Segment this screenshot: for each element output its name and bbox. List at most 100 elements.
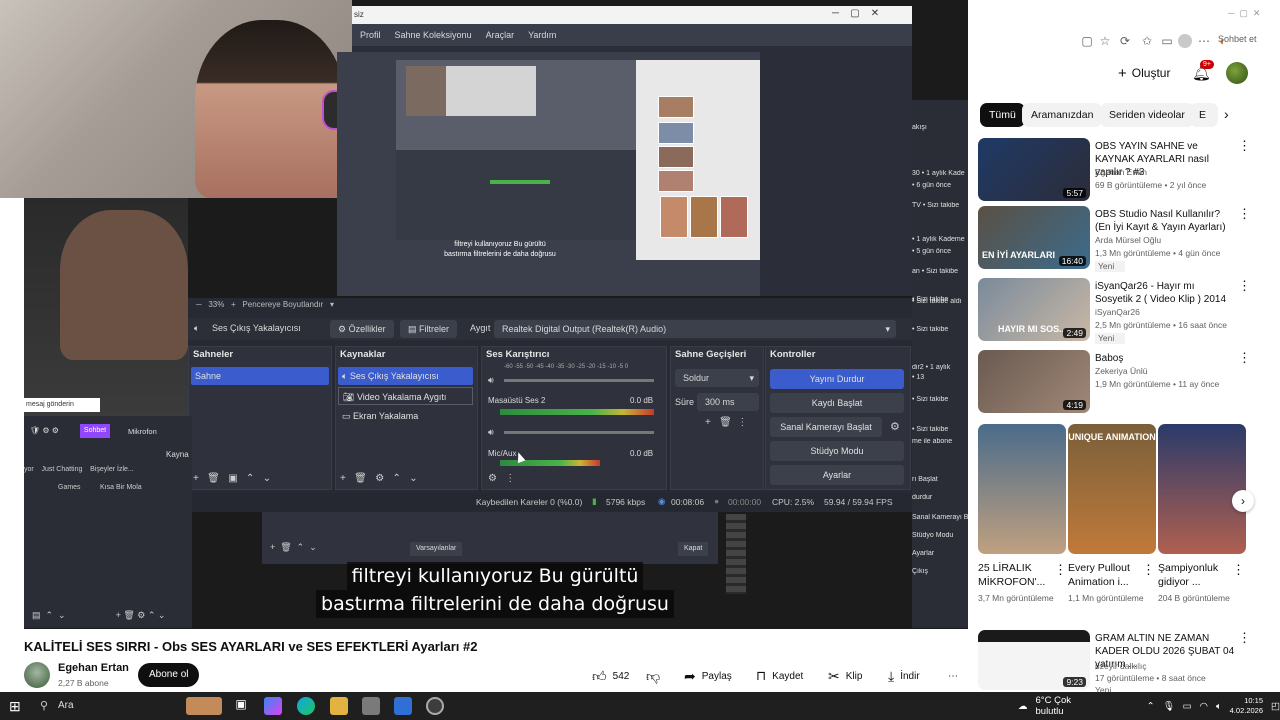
defaults-button[interactable]: Varsayılanlar (410, 542, 463, 556)
rec-thumbnail[interactable]: HAYIR MI SOS.. 2:49 (978, 278, 1090, 341)
volume-slider[interactable] (504, 431, 654, 434)
user-avatar[interactable] (1226, 62, 1248, 84)
rec-title[interactable]: iSyanQar26 - Hayır mı Sosyetik 2 ( Video… (1095, 280, 1235, 306)
volume-icon[interactable]: 🔊︎ (488, 375, 494, 386)
obs-taskbar-icon[interactable] (426, 697, 444, 715)
chevron-down-icon[interactable]: ▾ (326, 300, 334, 309)
volume-icon[interactable]: 🔊︎ (488, 427, 494, 438)
task-view-icon[interactable]: ▣ (232, 697, 250, 715)
filter-toolbar[interactable]: + 🗑︎ ⌃ ⌄ (270, 542, 317, 553)
create-button[interactable]: + Oluştur (1118, 62, 1170, 84)
tray-chevron-icon[interactable]: ⌃ (1147, 701, 1155, 712)
more-vert-icon[interactable]: ⋮ (1238, 350, 1251, 366)
more-vert-icon[interactable]: ⋮ (1232, 562, 1245, 578)
collections-icon[interactable]: ✩ (1140, 34, 1154, 48)
device-select[interactable]: Realtek Digital Output (Realtek(R) Audio… (494, 320, 896, 338)
start-recording-button[interactable]: Kaydı Başlat (770, 393, 904, 413)
channel-name[interactable]: Egehan Ertan (58, 662, 129, 674)
rec-thumbnail[interactable]: EN İYİ AYARLARI 16:40 (978, 206, 1090, 269)
short-title[interactable]: 25 LİRALIK MİKROFON'... (978, 561, 1064, 589)
rec-channel[interactable]: Egehan Ertan (1095, 167, 1235, 178)
more-vert-icon[interactable]: ⋮ (1238, 278, 1251, 294)
transition-toolbar[interactable]: + 🗑︎ ⋮ (705, 417, 747, 428)
mic-icon[interactable]: 🎙︎ (1163, 701, 1175, 712)
source-item[interactable]: 🔈︎ Ses Çıkış Yakalayıcısı (338, 367, 473, 385)
properties-button[interactable]: ⚙ Özellikler (330, 320, 394, 338)
rec-channel[interactable]: Zekeriya Ünlü (1095, 366, 1235, 377)
scene-item[interactable]: Sahne (191, 367, 329, 385)
source-item[interactable]: ▭ Ekran Yakalama (338, 407, 473, 425)
more-actions-button[interactable]: ⋯ (948, 666, 958, 686)
menu-profile[interactable]: Profil (360, 30, 381, 40)
studio-mode-button[interactable]: Stüdyo Modu (770, 441, 904, 461)
virtual-camera-button[interactable]: Sanal Kamerayı Başlat (770, 417, 882, 437)
filters-button[interactable]: ▤ Filtreler (400, 320, 458, 338)
zoom-plus[interactable]: + (227, 300, 241, 309)
more-vert-icon[interactable]: ⋮ (1142, 562, 1155, 578)
more-icon[interactable]: ⋯ (1197, 34, 1211, 48)
taskbar-search[interactable]: Ara (58, 700, 74, 711)
more-vert-icon[interactable]: ⋮ (1238, 630, 1251, 646)
transition-select[interactable]: Soldur ▾ (675, 369, 759, 387)
notification-icon[interactable]: ◰ (1271, 701, 1280, 712)
more-vert-icon[interactable]: ⋮ (1238, 138, 1251, 154)
clock[interactable]: 10:15 4.02.2026 (1230, 696, 1263, 716)
dislike-button[interactable]: 👎︎ (646, 666, 660, 686)
rec-channel[interactable]: iSyanQar26 (1095, 307, 1235, 318)
chat-input[interactable]: mesaj gönderin (24, 398, 100, 412)
chip-from-search[interactable]: Aramanızdan (1022, 103, 1103, 127)
tab-icon[interactable]: ▢ (1080, 34, 1094, 48)
gear-icon[interactable]: ⚙ (890, 420, 900, 433)
copilot-icon[interactable] (264, 697, 282, 715)
taskbar-widget[interactable] (186, 697, 222, 715)
zoom-minus[interactable]: ─ (196, 300, 206, 309)
chip-all[interactable]: Tümü (980, 103, 1025, 127)
windows-start-icon[interactable]: ⊞ (9, 698, 21, 715)
search-icon[interactable]: ⚲ (40, 699, 48, 712)
more-vert-icon[interactable]: ⋮ (1238, 206, 1251, 222)
short-thumbnail[interactable]: UNIQUE ANIMATION (1068, 424, 1156, 554)
chevron-right-icon[interactable]: › (1224, 106, 1229, 122)
menu-tools[interactable]: Araçlar (486, 30, 515, 40)
speaker-icon[interactable]: 🔈︎ (1216, 701, 1222, 712)
chip-more[interactable]: E (1190, 103, 1218, 127)
chip-series[interactable]: Seriden videolar (1100, 103, 1194, 127)
share-button[interactable]: ➦ Paylaş (684, 666, 732, 686)
more-vert-icon[interactable]: ⋮ (1054, 562, 1067, 578)
rec-thumbnail[interactable]: 4:19 (978, 350, 1090, 413)
chevron-right-icon[interactable]: › (1232, 490, 1254, 512)
network-icon[interactable]: ▭ (1183, 701, 1192, 712)
mail-icon[interactable] (394, 697, 412, 715)
rec-title[interactable]: Baboş (1095, 352, 1235, 365)
wifi-icon[interactable]: ◠ (1200, 701, 1208, 712)
volume-slider[interactable] (504, 379, 654, 382)
store-icon[interactable] (362, 697, 380, 715)
menu-scene-collection[interactable]: Sahne Koleksiyonu (395, 30, 472, 40)
short-thumbnail[interactable] (1158, 424, 1246, 554)
source-item[interactable]: 📷︎ Video Yakalama Aygıtı (338, 387, 473, 405)
lower-toolbar[interactable]: ▤ ⌃ ⌄ + 🗑︎ ⚙ ⌃ ⌄ (32, 610, 165, 621)
rec-channel[interactable]: üzeyir dalkılıç (1095, 661, 1235, 672)
rec-thumbnail[interactable]: 9:23 (978, 630, 1090, 690)
weather-text[interactable]: 6°C Çok bulutlu (1036, 695, 1081, 717)
stop-stream-button[interactable]: Yayını Durdur (770, 369, 904, 389)
edge-icon[interactable] (297, 697, 315, 715)
rec-title[interactable]: OBS Studio Nasıl Kullanılır? (En İyi Kay… (1095, 208, 1235, 234)
menu-help[interactable]: Yardım (528, 30, 556, 40)
close-button[interactable]: Kapat (678, 542, 709, 556)
obs-window-controls[interactable]: ─ ▢ ✕ (832, 8, 879, 19)
favorite-icon[interactable]: ☆ (1098, 34, 1112, 48)
zoom-indicator[interactable]: ─ 33% + Pencereye Boyutlandır ▾ (196, 300, 334, 309)
split-icon[interactable]: ▭ (1160, 34, 1174, 48)
scene-toolbar[interactable]: + 🗑︎ ▣ ⌃ ⌄ (193, 473, 271, 484)
short-thumbnail[interactable] (978, 424, 1066, 554)
chat-button[interactable]: Sohbet (80, 424, 110, 438)
source-toolbar[interactable]: + 🗑︎ ⚙ ⌃ ⌄ (340, 473, 418, 484)
mixer-toolbar[interactable]: ⚙ ⋮ (488, 473, 515, 484)
clip-button[interactable]: ✂ Klip (828, 666, 862, 686)
scene-tabs[interactable]: yor Just Chatting Bişeyler İzle... (24, 466, 134, 473)
profile-icon[interactable] (1178, 34, 1192, 48)
channel-avatar[interactable] (24, 662, 50, 688)
like-button[interactable]: 👍︎ 542 (592, 666, 629, 686)
settings-button[interactable]: Ayarlar (770, 465, 904, 485)
